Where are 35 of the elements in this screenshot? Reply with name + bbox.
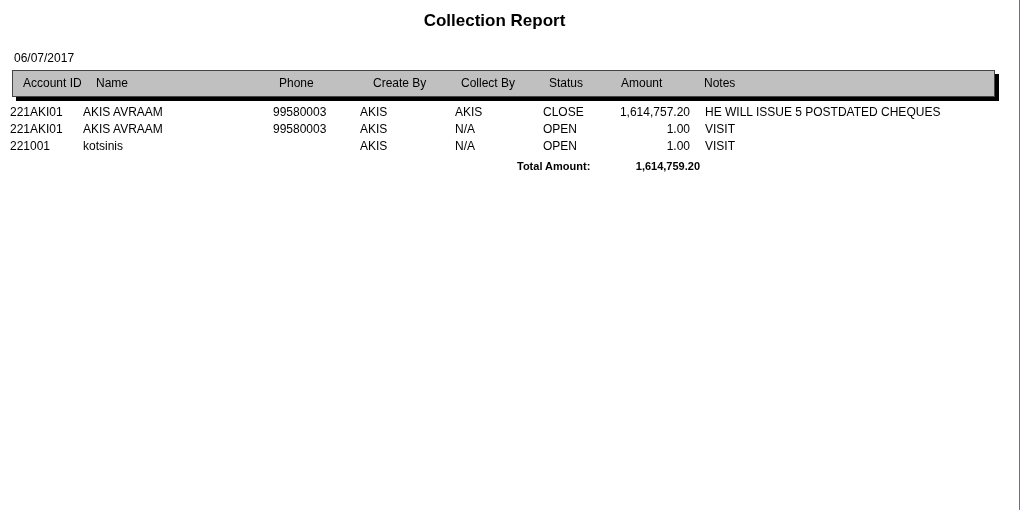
report-date: 06/07/2017 bbox=[14, 50, 75, 65]
table-cell-text: 1.00 bbox=[665, 137, 690, 155]
column-header: Amount bbox=[620, 75, 664, 92]
table-cell-text: 221001 bbox=[10, 137, 52, 155]
table-cell-text: AKIS bbox=[360, 103, 389, 121]
report-title: Collection Report bbox=[423, 10, 566, 32]
table-cell-text: AKIS bbox=[360, 137, 389, 155]
total-value: 1,614,759.20 bbox=[634, 159, 700, 175]
table-cell-text: kotsinis bbox=[83, 137, 124, 155]
table-cell-text: VISIT bbox=[704, 120, 736, 138]
table-cell-text: N/A bbox=[455, 120, 476, 138]
table-cell-text: AKIS AVRAAM bbox=[83, 120, 164, 138]
table-cell-text: OPEN bbox=[543, 120, 578, 138]
table-cell-text: AKIS bbox=[360, 120, 389, 138]
table-cell-text: VISIT bbox=[704, 137, 736, 155]
total-label: Total Amount: bbox=[517, 159, 592, 175]
table-cell-text: 99580003 bbox=[273, 103, 328, 121]
column-header: Collect By bbox=[461, 75, 517, 92]
table-cell-text: 1,614,757.20 bbox=[618, 103, 690, 121]
table-cell-text: N/A bbox=[455, 137, 476, 155]
table-cell-text: OPEN bbox=[543, 137, 578, 155]
table-cell-text: 1.00 bbox=[665, 120, 690, 138]
table-cell-text: 221AKI01 bbox=[10, 120, 64, 138]
table-cell-text: AKIS AVRAAM bbox=[83, 103, 164, 121]
table-cell-text: CLOSE bbox=[543, 103, 585, 121]
column-header: Notes bbox=[703, 75, 737, 92]
table-cell-text: 221AKI01 bbox=[10, 103, 64, 121]
column-header: Name bbox=[95, 75, 129, 92]
table-cell-text: 99580003 bbox=[273, 120, 328, 138]
column-header: Account ID bbox=[22, 75, 83, 92]
table-cell-text: HE WILL ISSUE 5 POSTDATED CHEQUES bbox=[704, 103, 942, 121]
column-header: Create By bbox=[372, 75, 428, 92]
column-header: Status bbox=[549, 75, 585, 92]
column-header: Phone bbox=[279, 75, 315, 92]
table-cell-text: AKIS bbox=[455, 103, 484, 121]
